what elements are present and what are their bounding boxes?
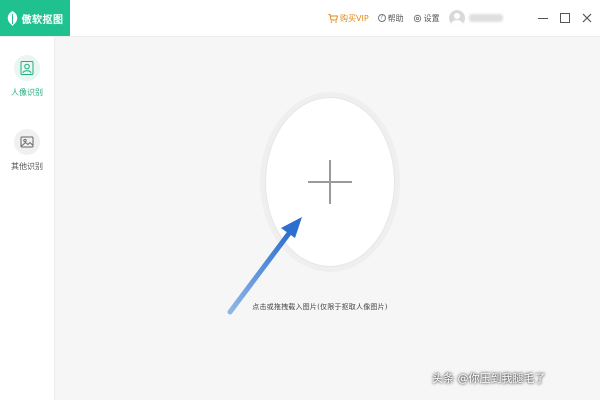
title-bar: 傲软抠图 购买VIP ? 帮助 设置 bbox=[0, 0, 600, 37]
minimize-button[interactable] bbox=[536, 0, 550, 36]
sidebar-item-portrait[interactable]: 人像识别 bbox=[0, 55, 54, 117]
buy-vip-label: 购买VIP bbox=[340, 13, 369, 23]
app-name: 傲软抠图 bbox=[21, 14, 64, 26]
app-brand: 傲软抠图 bbox=[0, 0, 70, 36]
maximize-icon bbox=[560, 13, 570, 23]
buy-vip-button[interactable]: 购买VIP bbox=[328, 13, 369, 24]
username-blurred[interactable] bbox=[468, 14, 503, 22]
main-canvas bbox=[55, 37, 600, 400]
watermark: 头条 @你压到我腿毛了 bbox=[432, 372, 546, 385]
help-label: 帮助 bbox=[387, 13, 404, 23]
help-icon: ? bbox=[377, 14, 386, 22]
upload-dropzone[interactable] bbox=[265, 97, 395, 267]
maximize-button[interactable] bbox=[558, 0, 572, 36]
settings-label: 设置 bbox=[423, 13, 440, 23]
avatar[interactable] bbox=[448, 10, 465, 26]
upload-hint: 点击或拖拽载入图片(仅限于抠取人像图片) bbox=[252, 303, 388, 311]
close-button[interactable] bbox=[580, 0, 594, 36]
gear-icon bbox=[413, 14, 421, 22]
cart-icon bbox=[328, 13, 338, 23]
plus-icon bbox=[308, 160, 352, 204]
close-icon bbox=[582, 13, 592, 23]
sidebar-item-label: 人像识别 bbox=[11, 88, 43, 97]
leaf-logo-icon bbox=[7, 10, 17, 26]
sidebar-item-other[interactable]: 其他识别 bbox=[0, 129, 54, 191]
top-actions: 购买VIP ? 帮助 设置 bbox=[328, 0, 503, 36]
portrait-icon bbox=[14, 55, 40, 81]
sidebar: 人像识别 其他识别 bbox=[0, 37, 55, 400]
sidebar-item-label: 其他识别 bbox=[11, 162, 43, 171]
minimize-icon bbox=[538, 17, 548, 19]
image-icon bbox=[14, 129, 40, 155]
help-button[interactable]: ? 帮助 bbox=[377, 13, 404, 24]
settings-button[interactable]: 设置 bbox=[413, 13, 440, 24]
